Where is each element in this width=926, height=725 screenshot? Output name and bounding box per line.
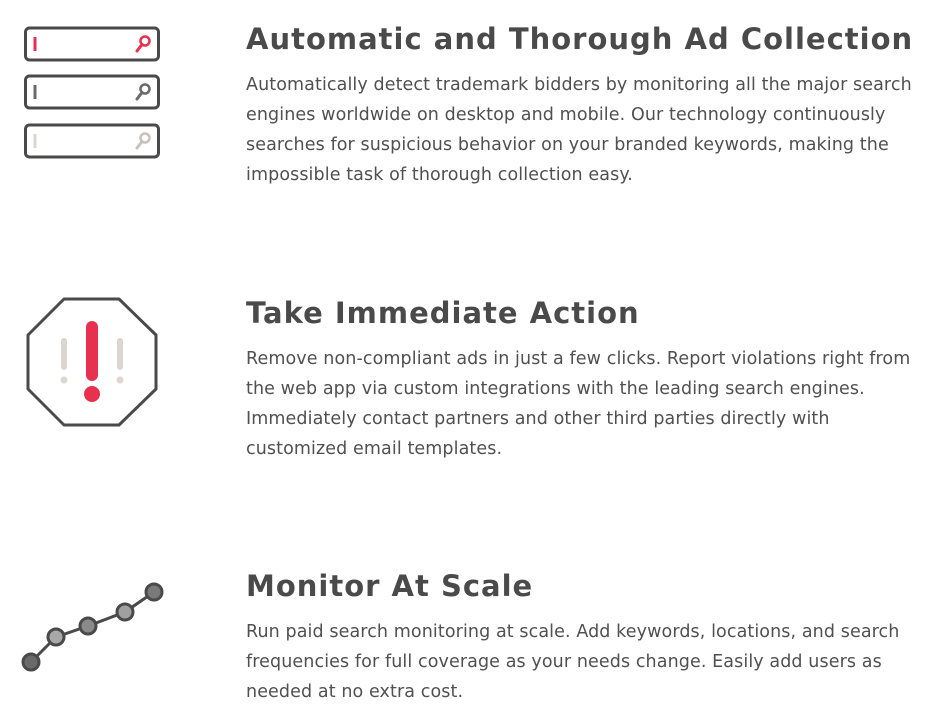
feature-text: Automatic and Thorough Ad Collection Aut… [246,22,916,190]
search-bars-icon [18,24,168,169]
alert-octagon-icon [26,297,158,432]
feature-description: Automatically detect trademark bidders b… [246,75,912,185]
growth-line-icon [18,574,168,679]
feature-description: Run paid search monitoring at scale. Add… [246,622,900,702]
feature-description: Remove non-compliant ads in just a few c… [246,349,911,459]
feature-title: Automatic and Thorough Ad Collection [246,22,914,56]
feature-title: Take Immediate Action [246,296,640,330]
feature-title: Monitor At Scale [246,569,534,603]
feature-text: Take Immediate Action Remove non-complia… [246,296,916,464]
feature-text: Monitor At Scale Run paid search monitor… [246,569,916,707]
